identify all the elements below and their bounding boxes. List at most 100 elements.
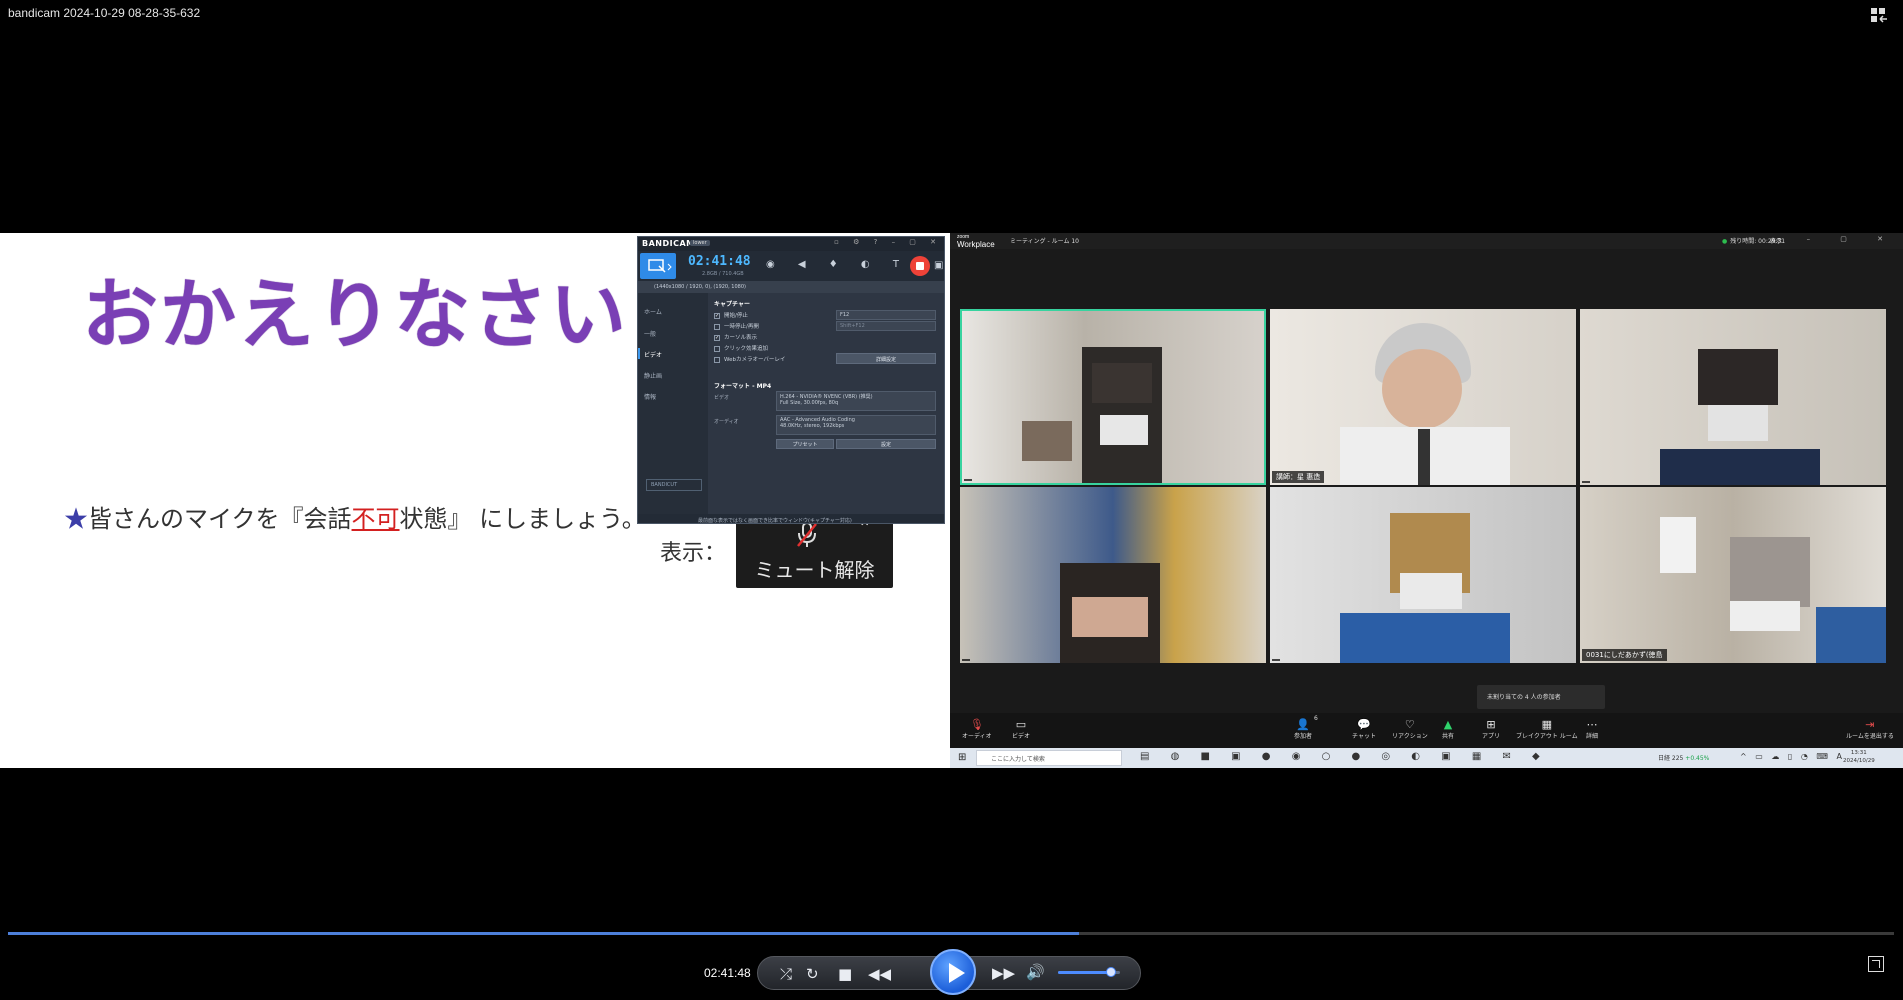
view-button[interactable]: 表示 — [1770, 236, 1782, 245]
minimize-view-icon[interactable] — [1869, 6, 1889, 24]
chat-button[interactable]: 💬 チャット — [1352, 718, 1376, 741]
volume-knob[interactable] — [1106, 967, 1116, 977]
recording-timer: 02:41:48 — [688, 254, 751, 269]
bandicam-titlebar: BANDICAM lower ▫ ⚙ ? – ▢ ✕ — [638, 237, 944, 251]
audio-button[interactable]: 🎙 オーディオ — [962, 718, 992, 741]
video-tile[interactable]: 講師：星 惠造 — [1270, 309, 1576, 485]
zoom-window: zoomWorkplace ミーティング - ルーム 10 残り時間: 00:2… — [950, 233, 1903, 768]
zoom-titlebar: zoomWorkplace ミーティング - ルーム 10 残り時間: 00:2… — [950, 233, 1903, 249]
participant-name — [964, 479, 972, 481]
hotkey-start-field[interactable]: F12 — [836, 310, 936, 320]
video-frame: おかえりなさい！ ★皆さんのマイクを『会話不可状態』 にしましょう。 表示： ⌃… — [0, 233, 1903, 768]
capture-target: (1440x1080 / 1920, 0), (1920, 1080) — [638, 281, 944, 293]
bandicam-badge: lower — [690, 240, 710, 246]
zoom-window-buttons[interactable]: – ▢ ✕ — [1807, 235, 1897, 243]
leave-icon: ⇥ — [1865, 718, 1875, 731]
sidebar-item-about[interactable]: 情報 — [644, 392, 656, 401]
instruction-text-post: 状態』 にしましょう。 — [399, 505, 646, 533]
presentation-slide: おかえりなさい！ ★皆さんのマイクを『会話不可状態』 にしましょう。 表示： ⌃… — [0, 233, 950, 768]
bandicam-sidebar: ホーム 一般 ビデオ 静止画 情報 BANDICUT — [638, 293, 708, 523]
video-tile[interactable] — [1270, 487, 1576, 663]
bandicam-logo: BANDICAM — [642, 239, 695, 248]
screen-mode-button[interactable] — [640, 253, 676, 279]
instruction-text-pre: 皆さんのマイクを『会話 — [88, 505, 352, 533]
reactions-button[interactable]: ♡ リアクション — [1392, 718, 1428, 741]
current-time: 02:41:48 — [704, 966, 751, 980]
sidebar-item-general[interactable]: 一般 — [644, 329, 656, 338]
participant-name — [962, 659, 970, 661]
stop-recording-button[interactable] — [910, 256, 930, 276]
windows-start-icon[interactable]: ⊞ — [958, 752, 966, 763]
participant-name: 0031にしだあかず(徳島 — [1582, 649, 1667, 661]
sidebar-item-home[interactable]: ホーム — [644, 307, 662, 316]
fast-forward-icon[interactable]: ▶▶ — [992, 964, 1015, 982]
bandicam-window: BANDICAM lower ▫ ⚙ ? – ▢ ✕ 02:41:48 2.8G… — [637, 236, 945, 524]
slide-title: おかえりなさい！ — [82, 270, 706, 359]
chat-icon: 💬 — [1357, 718, 1371, 731]
player-title: bandicam 2024-10-29 08-28-35-632 — [8, 6, 201, 20]
play-button[interactable] — [930, 949, 976, 995]
checkbox-pause[interactable]: 一時停止/再開 — [714, 322, 759, 330]
stop-icon[interactable]: ■ — [838, 965, 852, 983]
video-label: ビデオ — [714, 395, 730, 401]
instruction-text-emphasis: 不可 — [351, 505, 400, 533]
format-heading: フォーマット - MP4 — [714, 383, 772, 390]
format-settings-button[interactable]: 設定 — [836, 439, 936, 449]
checkbox-click-effect[interactable]: クリック効果追加 — [714, 344, 768, 352]
video-button[interactable]: ▭ ビデオ — [1012, 718, 1030, 741]
participants-count: 6 — [1314, 715, 1318, 722]
bandicut-button[interactable]: BANDICUT — [646, 479, 702, 491]
media-player: bandicam 2024-10-29 08-28-35-632 おかえりなさい… — [0, 0, 1903, 1000]
video-tile[interactable] — [960, 487, 1266, 663]
capture-heading: キャプチャー — [714, 301, 750, 308]
sidebar-item-image[interactable]: 静止画 — [644, 371, 662, 380]
audio-label: オーディオ — [714, 419, 739, 425]
audio-format-field[interactable]: AAC - Advanced Audio Coding 48.0KHz, ste… — [776, 415, 936, 435]
slide-instruction: ★皆さんのマイクを『会話不可状態』 にしましょう。 — [64, 499, 646, 534]
checkbox-cursor[interactable]: ✓ カーソル表示 — [714, 333, 757, 341]
more-icon: ⋯ — [1586, 718, 1598, 731]
system-tray[interactable]: ^ ▭ ☁ ▯ ◔ ⌨ A — [1740, 752, 1845, 761]
bandicam-footer: 最前面な表示ではなく画面でき比率でウィンドウ(キャプチャー対応) — [638, 514, 944, 523]
checkbox-start-stop[interactable]: ✓ 開始/停止 — [714, 311, 748, 319]
apps-button[interactable]: ⊞ アプリ — [1482, 718, 1500, 741]
participants-button[interactable]: 👤 参加者 — [1294, 719, 1312, 741]
hotkey-pause-field[interactable]: Shift+F12 — [836, 321, 936, 331]
leave-room-button[interactable]: ⇥ ルームを退出する — [1846, 718, 1894, 741]
breakout-icon: ▦ — [1541, 718, 1552, 731]
more-button[interactable]: ⋯ 詳細 — [1586, 718, 1598, 741]
windows-taskbar: ⊞ ここに入力して検索 ▤ ◍ ■ ▣ ● ◉ ○ ● ◎ ◐ ▣ ▦ ✉ ◆ … — [950, 748, 1903, 768]
apps-icon: ⊞ — [1486, 718, 1496, 731]
stock-widget[interactable]: 日経 225 +0.45% — [1658, 753, 1709, 762]
advanced-settings-button[interactable]: 詳細設定 — [836, 353, 936, 364]
preset-button[interactable]: プリセット — [776, 439, 834, 449]
volume-slider[interactable] — [1058, 956, 1138, 990]
bandicam-window-buttons[interactable]: ▫ ⚙ ? – ▢ ✕ — [834, 238, 942, 246]
volume-icon[interactable]: 🔊 — [1026, 963, 1045, 981]
video-tile[interactable] — [1580, 309, 1886, 485]
video-camera-icon: ▭ — [1015, 718, 1027, 731]
video-tile[interactable] — [960, 309, 1266, 485]
video-format-field[interactable]: H.264 - NVIDIA® NVENC (VBR) (推奨) Full Si… — [776, 391, 936, 411]
camera-icon[interactable]: ▣ — [934, 260, 943, 271]
rewind-icon[interactable]: ◀◀ — [868, 965, 891, 983]
taskbar-app-icons[interactable]: ▤ ◍ ■ ▣ ● ◉ ○ ● ◎ ◐ ▣ ▦ ✉ ◆ — [1140, 751, 1549, 762]
share-button[interactable]: ▲ 共有 — [1442, 718, 1454, 741]
share-icon: ▲ — [1443, 718, 1453, 731]
muted-mic-icon: 🎙 — [969, 718, 984, 731]
zoom-logo: zoom Workplace — [957, 234, 995, 249]
room-name: ミーティング - ルーム 10 — [1010, 238, 1079, 245]
checkbox-webcam-overlay[interactable]: Webカメラオーバーレイ — [714, 355, 785, 363]
video-tile[interactable]: 0031にしだあかず(徳島 — [1580, 487, 1886, 663]
shuffle-icon[interactable]: ⤮ — [780, 965, 792, 983]
taskbar-clock[interactable]: 13:31 2024/10/29 — [1843, 749, 1875, 765]
taskbar-search[interactable]: ここに入力して検索 — [976, 750, 1122, 766]
repeat-icon[interactable]: ↻ — [806, 965, 819, 983]
participant-name — [1272, 659, 1280, 661]
heart-icon: ♡ — [1404, 718, 1415, 731]
breakout-rooms-button[interactable]: ▦ ブレイクアウト ルーム — [1516, 718, 1578, 741]
sidebar-item-video[interactable]: ビデオ — [638, 348, 662, 359]
bandicam-settings: キャプチャー ✓ 開始/停止 一時停止/再開 ✓ カーソル表示 クリック効果追加 W… — [708, 293, 944, 523]
recording-size: 2.8GB / 710.4GB — [702, 271, 744, 277]
expand-icon[interactable] — [1868, 956, 1884, 972]
